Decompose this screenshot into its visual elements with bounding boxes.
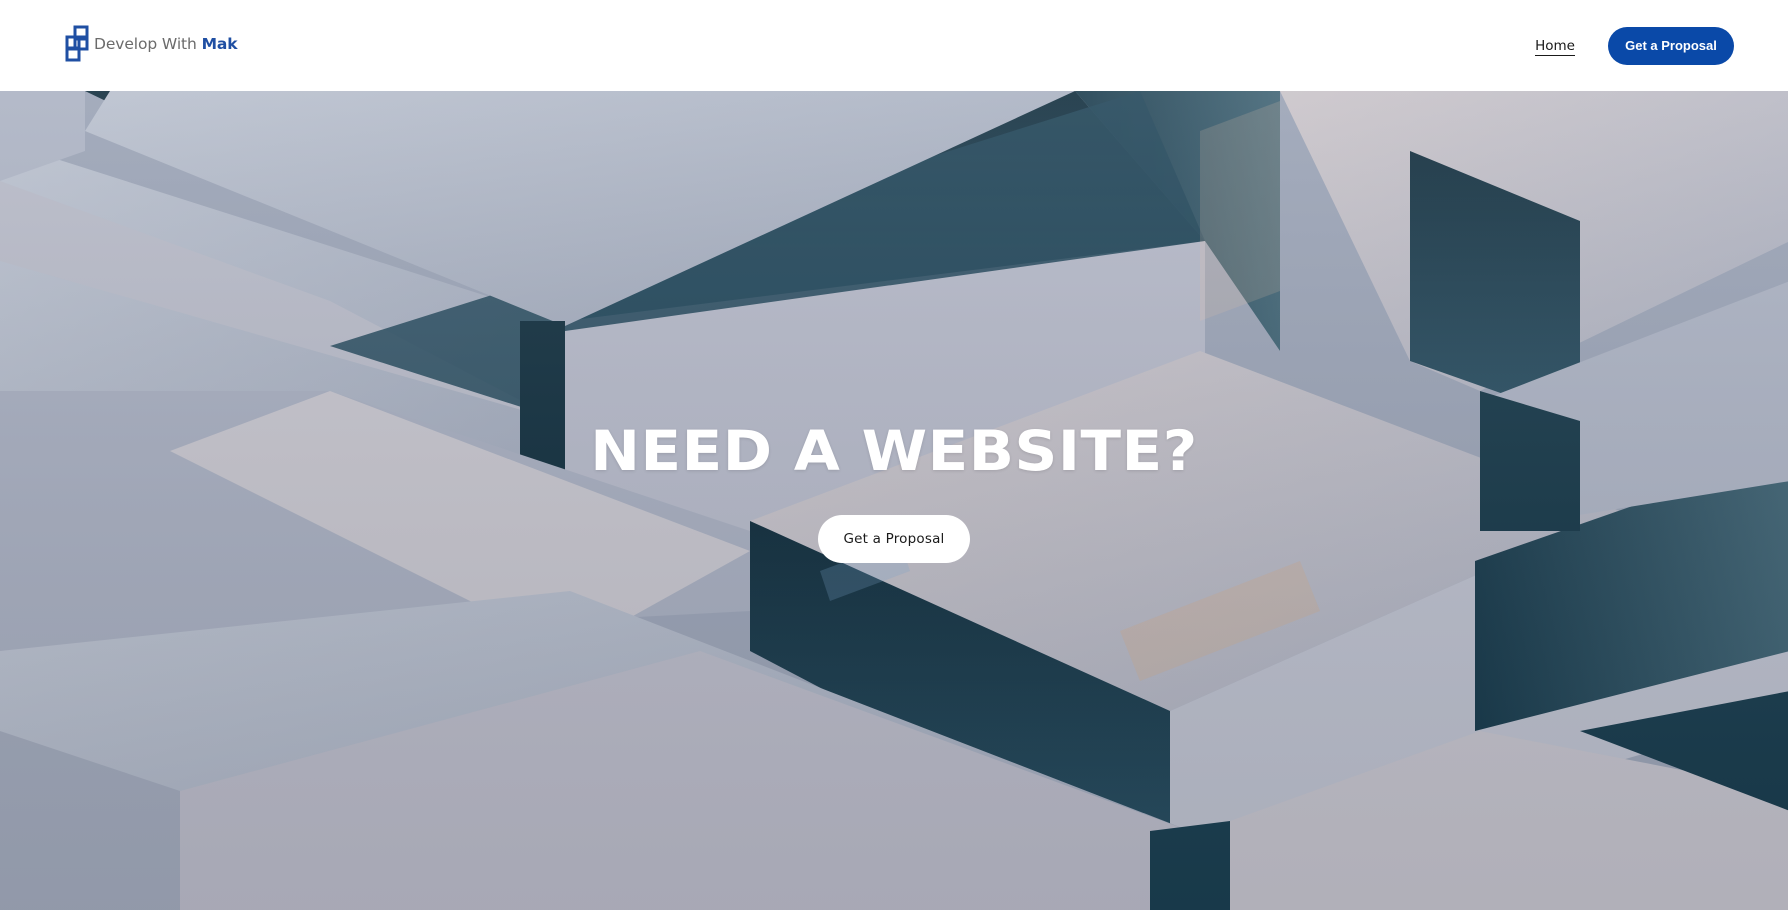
header-get-proposal-button[interactable]: Get a Proposal (1608, 26, 1734, 65)
logo-text: Develop With Mak (94, 34, 238, 53)
main-nav: Home Get a Proposal (1535, 26, 1734, 65)
hero-section: NEED A WEBSITE? Get a Proposal (0, 91, 1788, 911)
hero-background-image (0, 91, 1788, 911)
hero-get-proposal-button[interactable]: Get a Proposal (818, 515, 970, 563)
site-header: Develop With Mak Home Get a Proposal (0, 0, 1788, 91)
nav-link-home[interactable]: Home (1535, 38, 1575, 56)
stacked-squares-logo-icon (65, 25, 89, 61)
logo-text-main: Develop With (94, 34, 202, 53)
hero-title: NEED A WEBSITE? (590, 419, 1198, 483)
logo-link[interactable]: Develop With Mak (64, 25, 238, 63)
logo-text-accent: Mak (201, 34, 238, 53)
